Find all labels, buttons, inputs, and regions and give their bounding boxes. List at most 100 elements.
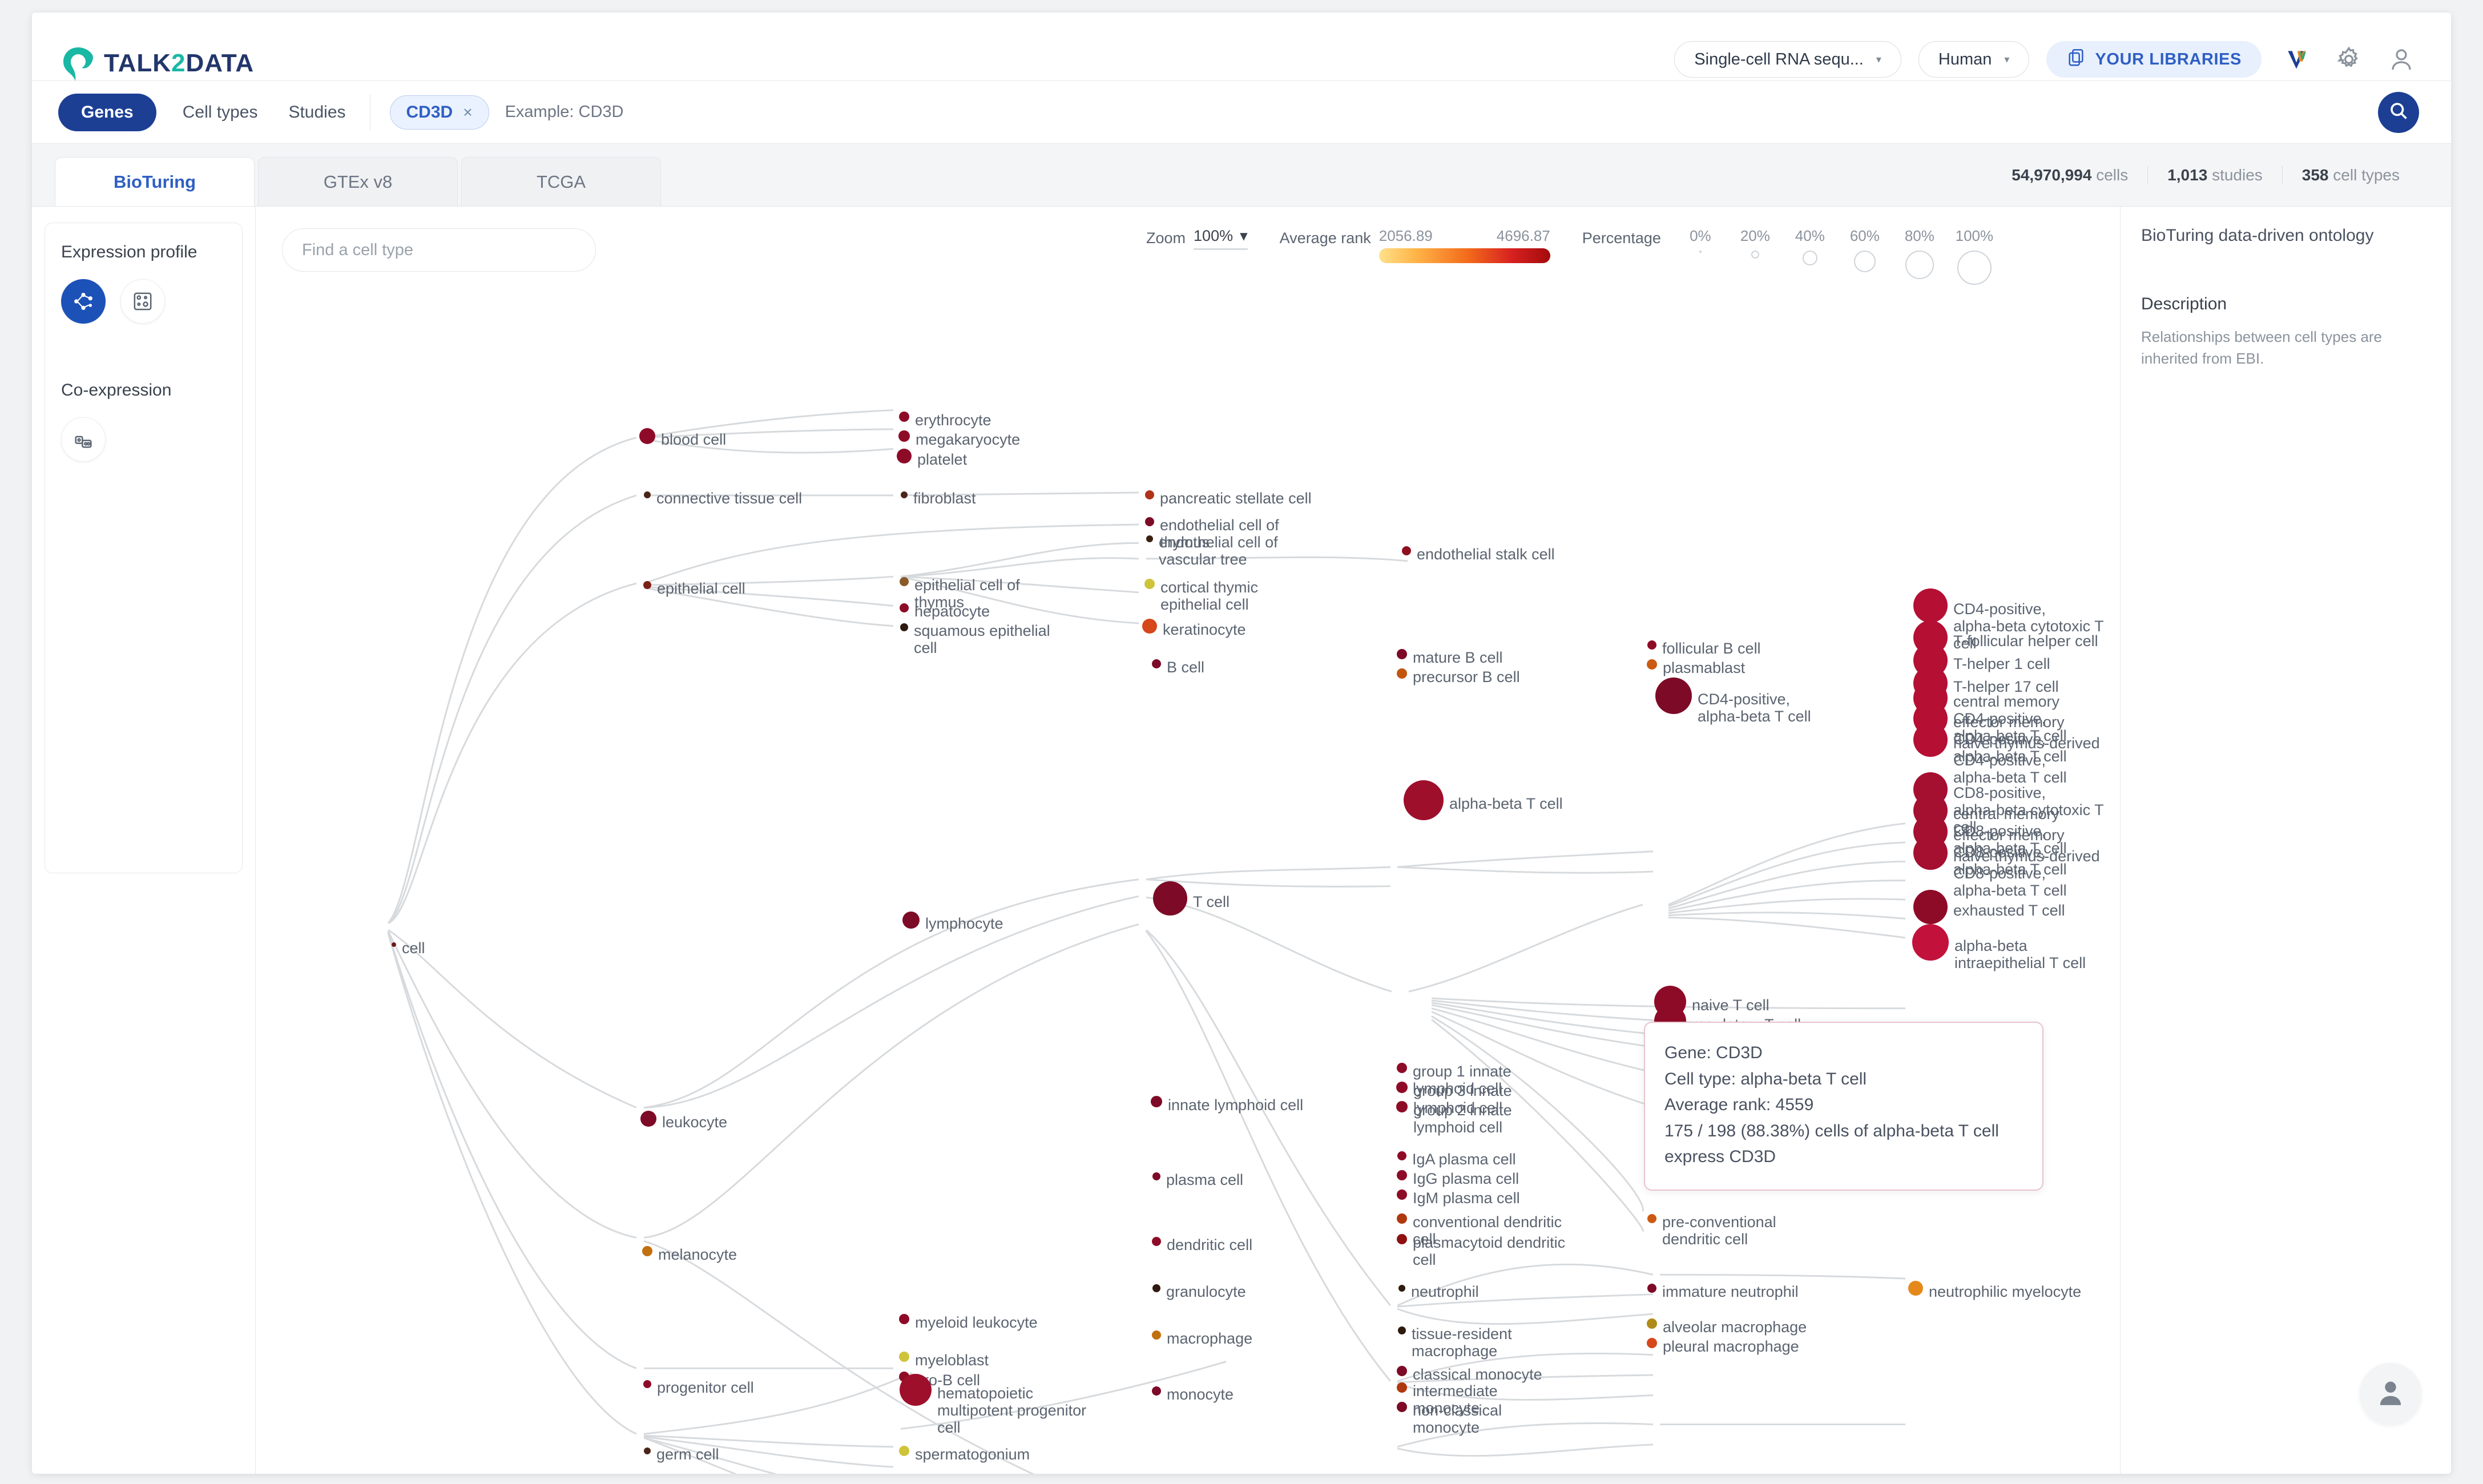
node-label-naive-thymus-derived-cd4[interactable]: naive thymus-derived CD4-positive, alpha…	[1953, 735, 2100, 787]
node-dot-squamous-epithelial-cell[interactable]	[900, 623, 908, 631]
your-libraries-button[interactable]: YOUR LIBRARIES	[2046, 41, 2262, 78]
node-label-platelet[interactable]: platelet	[917, 451, 967, 468]
node-label-plasma-cell[interactable]: plasma cell	[1166, 1171, 1243, 1188]
species-selector[interactable]: Human ▾	[1918, 41, 2030, 78]
node-dot-neutrophil[interactable]	[1398, 1285, 1405, 1292]
node-label-mature-b-cell[interactable]: mature B cell	[1413, 649, 1503, 666]
node-dot-immature-neutrophil[interactable]	[1647, 1284, 1656, 1293]
node-label-innate-lymphoid-cell[interactable]: innate lymphoid cell	[1168, 1096, 1303, 1114]
node-dot-t-cell[interactable]	[1153, 881, 1187, 916]
node-label-melanocyte[interactable]: melanocyte	[658, 1246, 737, 1263]
node-label-squamous-epithelial-cell[interactable]: squamous epithelial cell	[914, 622, 1050, 656]
node-label-hematopoietic-multipotent-progenitor-cell[interactable]: hematopoietic multipotent progenitor cel…	[937, 1385, 1086, 1437]
node-dot-connective-tissue-cell[interactable]	[644, 491, 651, 498]
node-dot-endothelial-cell-of-vascular-tree[interactable]	[1146, 535, 1153, 542]
node-label-spermatogonium[interactable]: spermatogonium	[915, 1446, 1030, 1463]
node-label-pre-conventional-dendritic-cell[interactable]: pre-conventional dendritic cell	[1662, 1213, 1776, 1248]
node-label-megakaryocyte[interactable]: megakaryocyte	[916, 431, 1020, 448]
node-dot-spermatogonium[interactable]	[899, 1446, 909, 1456]
node-label-blood-cell[interactable]: blood cell	[661, 431, 726, 448]
node-label-igm-plasma-cell[interactable]: IgM plasma cell	[1413, 1189, 1520, 1207]
node-label-plasmablast[interactable]: plasmablast	[1663, 659, 1745, 676]
coexpression-icon[interactable]	[61, 417, 106, 462]
node-label-alpha-beta-t-cell[interactable]: alpha-beta T cell	[1449, 795, 1563, 812]
node-dot-epithelial-cell[interactable]	[643, 581, 651, 589]
node-dot-fibroblast[interactable]	[901, 491, 908, 498]
node-label-alpha-beta-intraepithelial-t-cell[interactable]: alpha-beta intraepithelial T cell	[1954, 937, 2086, 971]
gear-icon[interactable]	[2331, 42, 2367, 77]
node-dot-plasma-cell[interactable]	[1152, 1172, 1160, 1180]
node-dot-epithelial-cell-of-thymus[interactable]	[900, 577, 909, 586]
node-label-plasmacytoid-dendritic-cell[interactable]: plasmacytoid dendritic cell	[1413, 1234, 1565, 1268]
node-label-granulocyte[interactable]: granulocyte	[1166, 1283, 1246, 1300]
node-label-tissue-resident-macrophage[interactable]: tissue-resident macrophage	[1412, 1325, 1512, 1360]
node-label-t-follicular-helper-cell[interactable]: T-follicular helper cell	[1953, 632, 2098, 650]
node-dot-plasmacytoid-dendritic-cell[interactable]	[1397, 1234, 1407, 1244]
node-dot-follicular-b-cell[interactable]	[1647, 640, 1656, 650]
node-dot-alpha-beta-t-cell[interactable]	[1404, 780, 1444, 820]
node-dot-igm-plasma-cell[interactable]	[1397, 1189, 1407, 1200]
node-dot-group-3-innate-lymphoid-cell[interactable]	[1396, 1082, 1408, 1093]
node-dot-endothelial-stalk-cell[interactable]	[1402, 546, 1411, 555]
node-label-neutrophil[interactable]: neutrophil	[1411, 1283, 1479, 1300]
support-avatar-button[interactable]	[2360, 1363, 2421, 1425]
node-label-classical-monocyte[interactable]: classical monocyte	[1413, 1366, 1542, 1383]
node-dot-melanocyte[interactable]	[642, 1246, 652, 1256]
node-dot-hepatocyte[interactable]	[900, 603, 909, 612]
node-label-hepatocyte[interactable]: hepatocyte	[914, 603, 990, 620]
node-label-group-2-innate-lymphoid-cell[interactable]: group 2 innate lymphoid cell	[1413, 1102, 1512, 1136]
node-label-lymphocyte[interactable]: lymphocyte	[925, 915, 1003, 932]
node-label-t-cell[interactable]: T cell	[1193, 893, 1230, 910]
node-dot-group-1-innate-lymphoid-cell[interactable]	[1397, 1063, 1407, 1073]
node-label-naive-t-cell[interactable]: naive T cell	[1692, 997, 1769, 1014]
node-label-iga-plasma-cell[interactable]: IgA plasma cell	[1412, 1151, 1516, 1168]
node-dot-classical-monocyte[interactable]	[1397, 1366, 1407, 1376]
node-label-b-cell[interactable]: B cell	[1167, 659, 1204, 676]
node-label-follicular-b-cell[interactable]: follicular B cell	[1662, 640, 1761, 657]
tab-bioturing[interactable]: BioTuring	[55, 157, 255, 206]
node-label-macrophage[interactable]: macrophage	[1167, 1330, 1252, 1347]
assay-selector[interactable]: Single-cell RNA sequ... ▾	[1674, 41, 1901, 78]
brand-logo[interactable]: TALK2DATA	[61, 46, 254, 81]
node-label-cortical-thymic-epithelial-cell[interactable]: cortical thymic epithelial cell	[1160, 579, 1258, 613]
node-dot-alveolar-macrophage[interactable]	[1647, 1318, 1657, 1329]
node-dot-platelet[interactable]	[897, 449, 912, 463]
node-label-precursor-b-cell[interactable]: precursor B cell	[1413, 668, 1520, 685]
tab-tcga[interactable]: TCGA	[461, 157, 661, 206]
node-dot-tissue-resident-macrophage[interactable]	[1398, 1326, 1406, 1334]
node-label-erythrocyte[interactable]: erythrocyte	[915, 412, 991, 429]
node-label-exhausted-t-cell[interactable]: exhausted T cell	[1953, 902, 2065, 919]
node-dot-plasmablast[interactable]	[1647, 659, 1657, 670]
node-label-epithelial-cell[interactable]: epithelial cell	[657, 580, 745, 597]
node-label-fibroblast[interactable]: fibroblast	[913, 490, 976, 507]
close-icon[interactable]: ×	[463, 103, 472, 122]
node-dot-megakaryocyte[interactable]	[898, 430, 910, 442]
search-mode-cell-types[interactable]: Cell types	[178, 95, 263, 130]
node-dot-precursor-b-cell[interactable]	[1397, 668, 1407, 679]
node-label-cell[interactable]: cell	[402, 939, 425, 957]
node-dot-mature-b-cell[interactable]	[1397, 649, 1407, 659]
node-dot-naive-thymus-derived-cd4[interactable]	[1913, 723, 1948, 757]
tab-gtex-v8[interactable]: GTEx v8	[258, 157, 458, 206]
search-button[interactable]	[2378, 91, 2419, 133]
node-dot-b-cell[interactable]	[1152, 659, 1161, 668]
node-label-dendritic-cell[interactable]: dendritic cell	[1167, 1236, 1252, 1253]
node-label-pancreatic-stellate-cell[interactable]: pancreatic stellate cell	[1160, 490, 1312, 507]
node-dot-neutrophilic-myelocyte[interactable]	[1908, 1281, 1923, 1296]
node-label-endothelial-cell-of-vascular-tree[interactable]: endothelial cell of vascular tree	[1159, 534, 1278, 568]
node-dot-dendritic-cell[interactable]	[1152, 1237, 1161, 1246]
node-label-connective-tissue-cell[interactable]: connective tissue cell	[656, 490, 802, 507]
account-icon[interactable]	[2384, 42, 2419, 77]
node-label-pleural-macrophage[interactable]: pleural macrophage	[1663, 1338, 1799, 1355]
node-dot-leukocyte[interactable]	[640, 1111, 656, 1127]
node-label-cd4-positive-alpha-beta-t-cell[interactable]: CD4-positive, alpha-beta T cell	[1698, 691, 1811, 725]
node-dot-keratinocyte[interactable]	[1142, 619, 1157, 634]
gene-chip-cd3d[interactable]: CD3D ×	[389, 95, 489, 130]
node-label-myeloblast[interactable]: myeloblast	[915, 1352, 989, 1369]
node-dot-iga-plasma-cell[interactable]	[1397, 1151, 1406, 1160]
node-dot-macrophage[interactable]	[1152, 1330, 1161, 1340]
search-mode-genes[interactable]: Genes	[58, 93, 156, 131]
node-label-alveolar-macrophage[interactable]: alveolar macrophage	[1663, 1318, 1807, 1336]
node-label-progenitor-cell[interactable]: progenitor cell	[657, 1379, 754, 1396]
node-dot-endothelial-cell-of-thymus[interactable]	[1145, 517, 1154, 526]
